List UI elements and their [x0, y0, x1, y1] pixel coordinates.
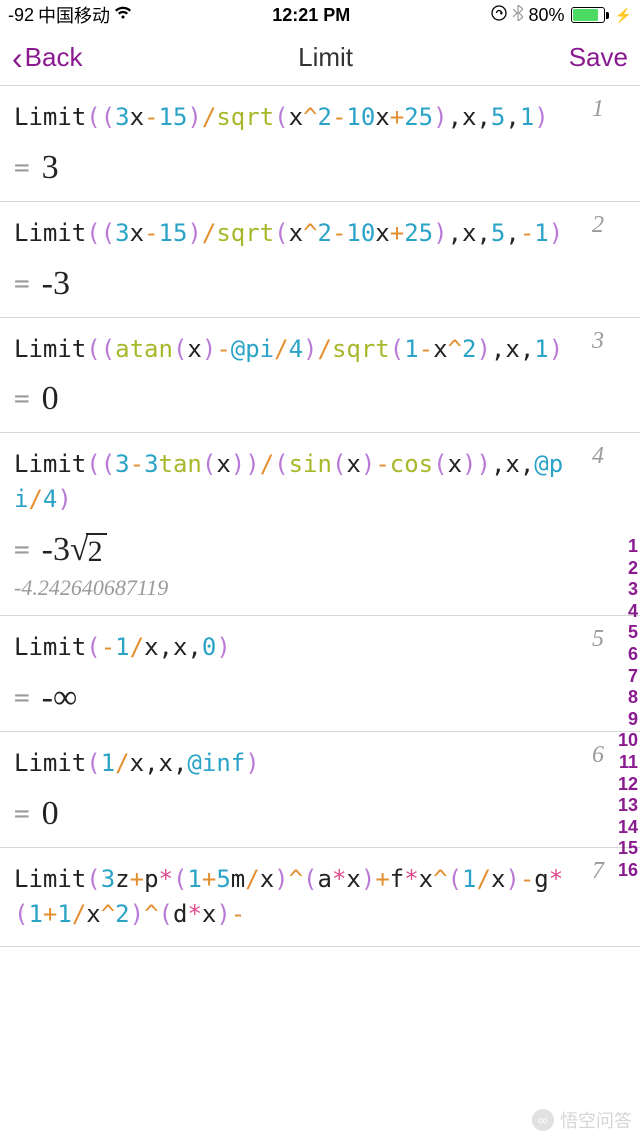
side-index[interactable]: 12345678910111213141516	[618, 536, 638, 882]
item-number: 2	[592, 212, 604, 239]
result-value: 0	[42, 380, 59, 418]
battery-percent: 80%	[529, 5, 565, 26]
limit-item[interactable]: 1Limit((3x-15)/sqrt(x^2-10x+25),x,5,1)=3	[0, 86, 640, 202]
status-right: 80% ⚡	[491, 5, 632, 26]
equals-sign: =	[14, 683, 30, 713]
equals-sign: =	[14, 535, 30, 565]
index-entry[interactable]: 16	[618, 860, 638, 882]
expression: Limit((3x-15)/sqrt(x^2-10x+25),x,5,-1)	[14, 216, 592, 251]
index-entry[interactable]: 2	[618, 558, 638, 580]
page-title: Limit	[298, 42, 353, 73]
item-number: 5	[592, 626, 604, 653]
status-bar: -92 中国移动 12:21 PM 80% ⚡	[0, 0, 640, 30]
wifi-icon	[114, 6, 132, 25]
index-entry[interactable]: 14	[618, 817, 638, 839]
equals-sign: =	[14, 799, 30, 829]
chevron-left-icon: ‹	[12, 42, 23, 74]
equals-sign: =	[14, 384, 30, 414]
result-row: = -3√2	[14, 531, 592, 570]
index-entry[interactable]: 12	[618, 774, 638, 796]
index-entry[interactable]: 3	[618, 579, 638, 601]
signal-strength: -92	[8, 5, 34, 26]
result-row: = -3	[14, 265, 592, 303]
result-row: = -∞	[14, 679, 592, 717]
status-left: -92 中国移动	[8, 2, 132, 28]
bluetooth-icon	[513, 5, 523, 26]
limit-item[interactable]: 7Limit(3z+p*(1+5m/x)^(a*x)+f*x^(1/x)-g*(…	[0, 848, 640, 947]
limit-item[interactable]: 5Limit(-1/x,x,0)=-∞	[0, 616, 640, 732]
item-number: 7	[592, 858, 604, 885]
index-entry[interactable]: 11	[618, 752, 638, 774]
battery-icon	[571, 7, 609, 23]
index-entry[interactable]: 6	[618, 644, 638, 666]
result-value: 3	[42, 149, 59, 187]
carrier-name: 中国移动	[38, 2, 110, 28]
charging-icon: ⚡	[615, 7, 632, 24]
index-entry[interactable]: 15	[618, 838, 638, 860]
item-number: 6	[592, 742, 604, 769]
limit-item[interactable]: 6Limit(1/x,x,@inf)=0	[0, 732, 640, 848]
limit-item[interactable]: 2Limit((3x-15)/sqrt(x^2-10x+25),x,5,-1) =…	[0, 202, 640, 318]
item-number: 1	[592, 96, 604, 123]
result-value: -3	[42, 265, 70, 303]
index-entry[interactable]: 1	[618, 536, 638, 558]
expression: Limit((3x-15)/sqrt(x^2-10x+25),x,5,1)	[14, 100, 592, 135]
watermark-logo-icon: ∞	[532, 1109, 554, 1131]
back-label: Back	[25, 42, 83, 73]
status-time: 12:21 PM	[272, 5, 350, 26]
back-button[interactable]: ‹ Back	[12, 42, 82, 74]
index-entry[interactable]: 7	[618, 666, 638, 688]
index-entry[interactable]: 9	[618, 709, 638, 731]
save-button[interactable]: Save	[569, 42, 628, 73]
index-entry[interactable]: 13	[618, 795, 638, 817]
result-row: =0	[14, 795, 592, 833]
expression: Limit((3-3tan(x))/(sin(x)-cos(x)),x,@pi/…	[14, 447, 592, 517]
expression: Limit((atan(x)-@pi/4)/sqrt(1-x^2),x,1)	[14, 332, 592, 367]
watermark: ∞ 悟空问答	[532, 1107, 632, 1133]
result-value: -3√2	[42, 531, 107, 570]
approx-value: -4.242640687119	[14, 575, 592, 601]
expression: Limit(-1/x,x,0)	[14, 630, 592, 665]
expression: Limit(1/x,x,@inf)	[14, 746, 592, 781]
equals-sign: =	[14, 269, 30, 299]
index-entry[interactable]: 8	[618, 687, 638, 709]
result-value: -∞	[42, 679, 78, 717]
item-number: 3	[592, 328, 604, 355]
limit-item[interactable]: 4Limit((3-3tan(x))/(sin(x)-cos(x)),x,@pi…	[0, 433, 640, 616]
expression: Limit(3z+p*(1+5m/x)^(a*x)+f*x^(1/x)-g*(1…	[14, 862, 592, 932]
result-value: 0	[42, 795, 59, 833]
index-entry[interactable]: 4	[618, 601, 638, 623]
limit-item[interactable]: 3Limit((atan(x)-@pi/4)/sqrt(1-x^2),x,1) =…	[0, 318, 640, 434]
result-row: =3	[14, 149, 592, 187]
nav-bar: ‹ Back Limit Save	[0, 30, 640, 86]
rotation-lock-icon	[491, 5, 507, 26]
index-entry[interactable]: 5	[618, 622, 638, 644]
index-entry[interactable]: 10	[618, 730, 638, 752]
result-row: =0	[14, 380, 592, 418]
watermark-text: 悟空问答	[560, 1107, 632, 1133]
content-list: 1Limit((3x-15)/sqrt(x^2-10x+25),x,5,1)=3…	[0, 86, 640, 947]
equals-sign: =	[14, 153, 30, 183]
item-number: 4	[592, 443, 604, 470]
